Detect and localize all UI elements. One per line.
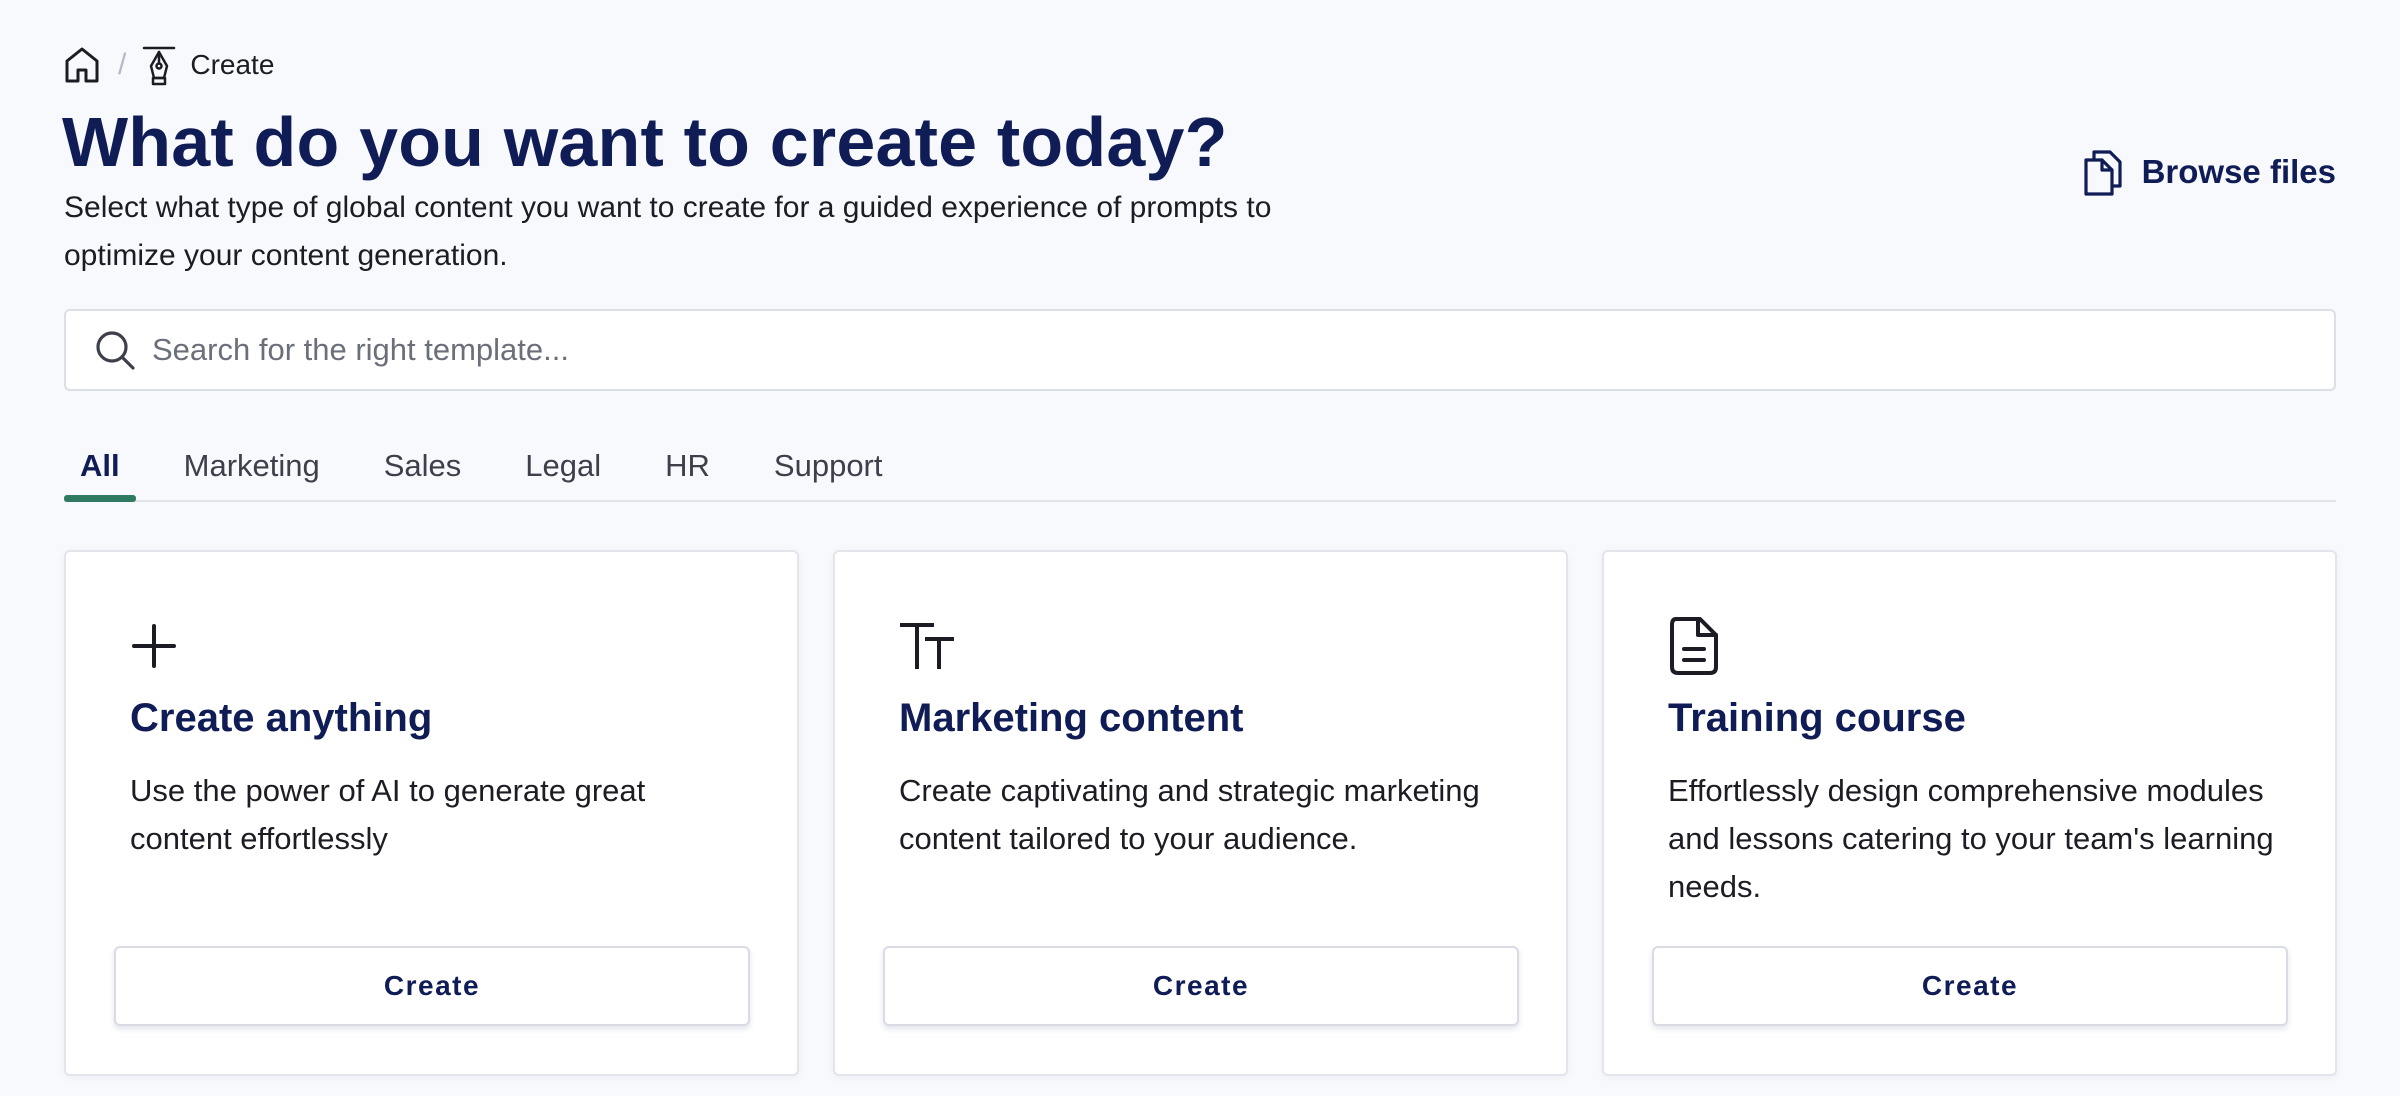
text-size-icon — [899, 616, 955, 676]
card-title: Create anything — [130, 696, 433, 740]
tab-legal[interactable]: Legal — [509, 432, 617, 500]
tab-hr[interactable]: HR — [649, 432, 726, 500]
card-title: Marketing content — [899, 696, 1244, 740]
breadcrumb-current[interactable]: Create — [190, 49, 274, 81]
tab-sales[interactable]: Sales — [368, 432, 478, 500]
card-create-anything: Create anything Use the power of AI to g… — [64, 550, 799, 1076]
files-icon — [2082, 148, 2126, 196]
document-icon — [1668, 616, 1724, 676]
card-training-course: Training course Effortlessly design comp… — [1602, 550, 2337, 1076]
search-input[interactable] — [152, 311, 2334, 389]
tab-support[interactable]: Support — [758, 432, 899, 500]
home-icon[interactable] — [64, 45, 100, 85]
breadcrumb-separator: / — [118, 48, 127, 81]
plus-icon — [130, 616, 186, 676]
create-page: / Create What do you want to create toda… — [0, 0, 2400, 1096]
category-tabs: All Marketing Sales Legal HR Support — [64, 432, 2336, 502]
card-description: Effortlessly design comprehensive module… — [1668, 773, 2274, 904]
create-button[interactable]: Create — [114, 946, 750, 1026]
page-subtitle: Select what type of global content you w… — [64, 191, 1272, 272]
create-button[interactable]: Create — [1652, 946, 2288, 1026]
browse-files-label: Browse files — [2141, 153, 2336, 190]
search-bar — [64, 309, 2336, 391]
search-icon — [94, 329, 136, 371]
card-description: Create captivating and strategic marketi… — [899, 773, 1480, 856]
create-button[interactable]: Create — [883, 946, 1519, 1026]
tab-all[interactable]: All — [64, 432, 136, 502]
breadcrumb: / Create — [64, 42, 274, 88]
card-title: Training course — [1668, 696, 1966, 740]
pen-tool-icon — [142, 43, 176, 87]
card-description: Use the power of AI to generate great co… — [130, 773, 646, 856]
tab-marketing[interactable]: Marketing — [168, 432, 336, 500]
page-title: What do you want to create today? — [62, 103, 1228, 181]
browse-files-button[interactable]: Browse files — [2082, 148, 2336, 196]
template-cards: Create anything Use the power of AI to g… — [64, 550, 2337, 1076]
card-marketing-content: Marketing content Create captivating and… — [833, 550, 1568, 1076]
